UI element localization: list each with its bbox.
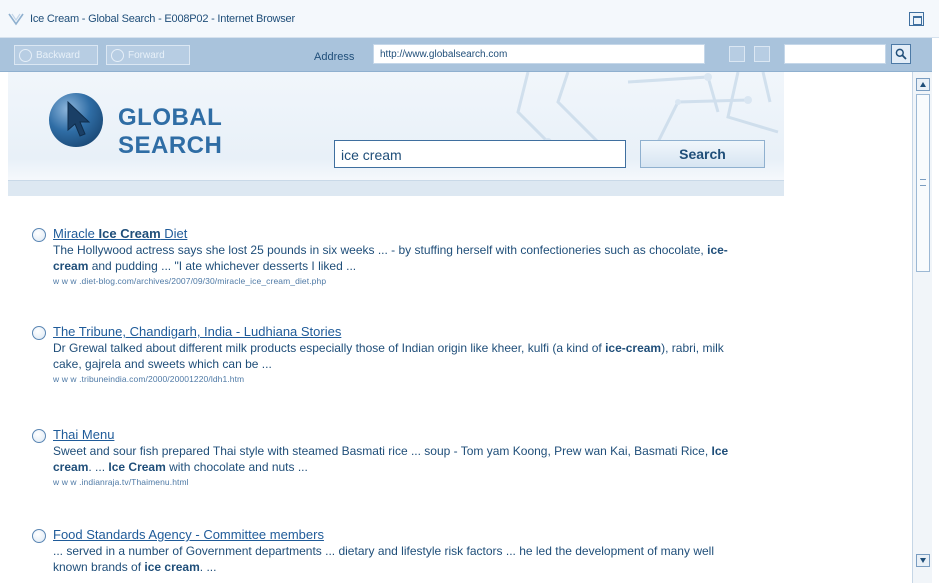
result-radio-icon[interactable] (32, 326, 46, 340)
toolbar-search-input[interactable] (784, 44, 886, 64)
window-right-edge (932, 38, 939, 583)
stop-button[interactable] (754, 46, 770, 62)
vertical-scrollbar[interactable] (912, 72, 932, 583)
result-title-link[interactable]: Food Standards Agency - Committee member… (53, 527, 324, 542)
result-snippet: ... served in a number of Government dep… (53, 544, 714, 574)
refresh-button[interactable] (729, 46, 745, 62)
scroll-down-arrow-icon[interactable] (916, 554, 930, 567)
forward-arrow-icon (111, 48, 124, 62)
window-title: Ice Cream - Global Search - E008P02 - In… (30, 13, 295, 25)
result-radio-icon[interactable] (32, 228, 46, 242)
logo-line-2: SEARCH (118, 132, 223, 159)
forward-button-label: Forward (128, 49, 165, 61)
result-snippet: Sweet and sour fish prepared Thai style … (53, 444, 729, 474)
result-snippet: The Hollywood actress says she lost 25 p… (53, 243, 728, 273)
title-bar: Ice Cream - Global Search - E008P02 - In… (0, 0, 939, 38)
back-arrow-icon (19, 48, 32, 62)
result-title-link[interactable]: Thai Menu (53, 427, 114, 442)
scrollbar-thumb[interactable] (916, 94, 930, 272)
address-label: Address (314, 51, 355, 63)
header-band (8, 180, 784, 196)
site-search-button[interactable]: Search (640, 140, 765, 168)
result-url: w w w .tribuneindia.com/2000/20001220/ld… (53, 374, 245, 384)
browser-window: Ice Cream - Global Search - E008P02 - In… (0, 0, 939, 583)
scroll-up-arrow-icon[interactable] (916, 78, 930, 91)
toolbar-search-button[interactable] (891, 44, 911, 64)
browser-toolbar: Backward Forward Address http://www.glob… (0, 38, 939, 72)
address-input[interactable]: http://www.globalsearch.com (373, 44, 705, 64)
logo-line-1: GLOBAL (118, 104, 223, 131)
result-url: w w w .diet-blog.com/archives/2007/09/30… (53, 276, 327, 286)
browser-logo-icon (8, 13, 24, 26)
back-button-label: Backward (36, 49, 80, 61)
result-snippet: Dr Grewal talked about different milk pr… (53, 341, 724, 371)
globe-cursor-logo-icon (49, 93, 103, 147)
magnifier-icon (895, 48, 907, 60)
site-logo-text: GLOBAL SEARCH (118, 104, 222, 160)
page-viewport: GLOBAL SEARCH ice cream Search Miracle I… (0, 72, 912, 583)
result-radio-icon[interactable] (32, 529, 46, 543)
result-title-link[interactable]: The Tribune, Chandigarh, India - Ludhian… (53, 324, 341, 339)
result-radio-icon[interactable] (32, 429, 46, 443)
result-title-link[interactable]: Miracle Ice Cream Diet (53, 226, 187, 241)
site-header: GLOBAL SEARCH ice cream Search (8, 72, 784, 196)
maximize-icon[interactable] (909, 12, 924, 26)
forward-button[interactable]: Forward (106, 45, 190, 65)
site-search-input[interactable]: ice cream (334, 140, 626, 168)
back-button[interactable]: Backward (14, 45, 98, 65)
result-url: w w w .indianraja.tv/Thaimenu.html (53, 477, 189, 487)
circuit-pattern-decoration (516, 72, 779, 142)
